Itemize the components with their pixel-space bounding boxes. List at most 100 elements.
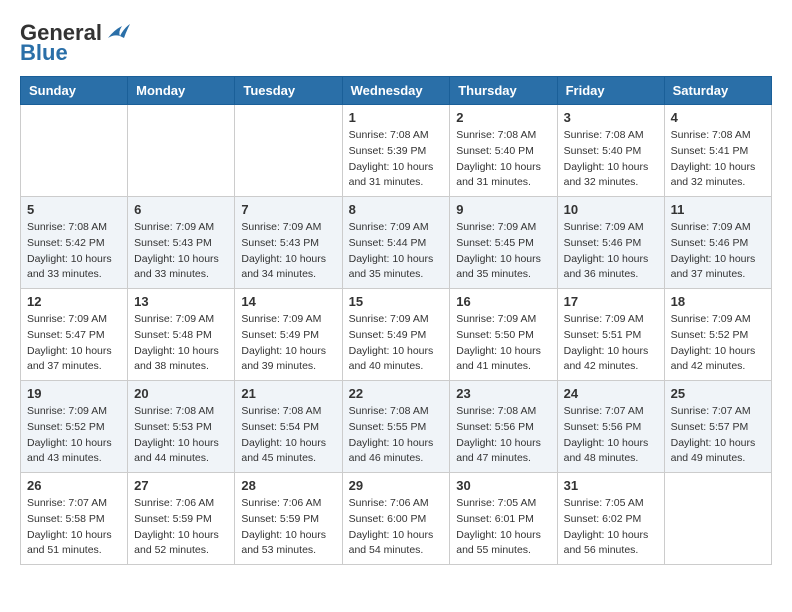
day-info: Sunrise: 7:09 AM Sunset: 5:45 PM Dayligh…	[456, 220, 550, 283]
calendar-week-2: 5 Sunrise: 7:08 AM Sunset: 5:42 PM Daylig…	[21, 197, 772, 289]
day-number: 29	[349, 478, 444, 493]
calendar-cell: 6Sunrise: 7:09 AM Sunset: 5:43 PM Daylig…	[128, 197, 235, 289]
day-number: 10	[564, 202, 658, 217]
calendar-cell	[21, 105, 128, 197]
calendar-cell: 12 Sunrise: 7:09 AM Sunset: 5:47 PM Dayli…	[21, 289, 128, 381]
day-info: Sunrise: 7:08 AM Sunset: 5:40 PM Dayligh…	[564, 128, 658, 191]
day-number: 30	[456, 478, 550, 493]
calendar-cell: 26 Sunrise: 7:07 AM Sunset: 5:58 PM Dayli…	[21, 473, 128, 565]
day-info: Sunrise: 7:09 AM Sunset: 5:51 PM Dayligh…	[564, 312, 658, 375]
day-number: 25	[671, 386, 765, 401]
day-info: Sunrise: 7:08 AM Sunset: 5:41 PM Dayligh…	[671, 128, 765, 191]
day-info: Sunrise: 7:08 AM Sunset: 5:39 PM Dayligh…	[349, 128, 444, 191]
calendar-body: 1Sunrise: 7:08 AM Sunset: 5:39 PM Daylig…	[21, 105, 772, 565]
day-number: 19	[27, 386, 121, 401]
calendar-table: SundayMondayTuesdayWednesdayThursdayFrid…	[20, 76, 772, 565]
day-number: 14	[241, 294, 335, 309]
weekday-header-monday: Monday	[128, 77, 235, 105]
day-number: 5	[27, 202, 121, 217]
day-info: Sunrise: 7:09 AM Sunset: 5:52 PM Dayligh…	[27, 404, 121, 467]
day-number: 20	[134, 386, 228, 401]
calendar-cell: 21 Sunrise: 7:08 AM Sunset: 5:54 PM Dayli…	[235, 381, 342, 473]
calendar-week-3: 12 Sunrise: 7:09 AM Sunset: 5:47 PM Dayli…	[21, 289, 772, 381]
day-number: 9	[456, 202, 550, 217]
day-number: 23	[456, 386, 550, 401]
calendar-cell: 20 Sunrise: 7:08 AM Sunset: 5:53 PM Dayli…	[128, 381, 235, 473]
weekday-header-tuesday: Tuesday	[235, 77, 342, 105]
calendar-cell: 1Sunrise: 7:08 AM Sunset: 5:39 PM Daylig…	[342, 105, 450, 197]
calendar-cell: 8 Sunrise: 7:09 AM Sunset: 5:44 PM Daylig…	[342, 197, 450, 289]
day-number: 22	[349, 386, 444, 401]
logo-blue-text: Blue	[20, 40, 68, 66]
logo: General Blue	[20, 20, 132, 66]
day-info: Sunrise: 7:07 AM Sunset: 5:57 PM Dayligh…	[671, 404, 765, 467]
day-info: Sunrise: 7:05 AM Sunset: 6:01 PM Dayligh…	[456, 496, 550, 559]
page-header: General Blue	[20, 20, 772, 66]
day-info: Sunrise: 7:06 AM Sunset: 6:00 PM Dayligh…	[349, 496, 444, 559]
day-number: 28	[241, 478, 335, 493]
calendar-cell: 23 Sunrise: 7:08 AM Sunset: 5:56 PM Dayli…	[450, 381, 557, 473]
day-info: Sunrise: 7:09 AM Sunset: 5:46 PM Dayligh…	[564, 220, 658, 283]
logo-bird-icon	[104, 22, 132, 44]
calendar-cell	[235, 105, 342, 197]
calendar-cell: 28Sunrise: 7:06 AM Sunset: 5:59 PM Dayli…	[235, 473, 342, 565]
day-info: Sunrise: 7:09 AM Sunset: 5:49 PM Dayligh…	[349, 312, 444, 375]
weekday-header-sunday: Sunday	[21, 77, 128, 105]
calendar-cell: 4 Sunrise: 7:08 AM Sunset: 5:41 PM Daylig…	[664, 105, 771, 197]
weekday-header-wednesday: Wednesday	[342, 77, 450, 105]
day-number: 7	[241, 202, 335, 217]
day-info: Sunrise: 7:09 AM Sunset: 5:43 PM Dayligh…	[241, 220, 335, 283]
calendar-cell: 17Sunrise: 7:09 AM Sunset: 5:51 PM Dayli…	[557, 289, 664, 381]
calendar-week-1: 1Sunrise: 7:08 AM Sunset: 5:39 PM Daylig…	[21, 105, 772, 197]
day-info: Sunrise: 7:05 AM Sunset: 6:02 PM Dayligh…	[564, 496, 658, 559]
calendar-week-5: 26 Sunrise: 7:07 AM Sunset: 5:58 PM Dayli…	[21, 473, 772, 565]
calendar-cell: 18 Sunrise: 7:09 AM Sunset: 5:52 PM Dayli…	[664, 289, 771, 381]
day-info: Sunrise: 7:08 AM Sunset: 5:42 PM Dayligh…	[27, 220, 121, 283]
calendar-cell: 25 Sunrise: 7:07 AM Sunset: 5:57 PM Dayli…	[664, 381, 771, 473]
calendar-cell: 13 Sunrise: 7:09 AM Sunset: 5:48 PM Dayli…	[128, 289, 235, 381]
day-info: Sunrise: 7:09 AM Sunset: 5:44 PM Dayligh…	[349, 220, 444, 283]
day-info: Sunrise: 7:09 AM Sunset: 5:48 PM Dayligh…	[134, 312, 228, 375]
day-info: Sunrise: 7:06 AM Sunset: 5:59 PM Dayligh…	[134, 496, 228, 559]
calendar-cell: 3 Sunrise: 7:08 AM Sunset: 5:40 PM Daylig…	[557, 105, 664, 197]
day-info: Sunrise: 7:08 AM Sunset: 5:53 PM Dayligh…	[134, 404, 228, 467]
calendar-cell: 15 Sunrise: 7:09 AM Sunset: 5:49 PM Dayli…	[342, 289, 450, 381]
calendar-cell: 29 Sunrise: 7:06 AM Sunset: 6:00 PM Dayli…	[342, 473, 450, 565]
calendar-cell: 2 Sunrise: 7:08 AM Sunset: 5:40 PM Daylig…	[450, 105, 557, 197]
day-number: 16	[456, 294, 550, 309]
day-number: 13	[134, 294, 228, 309]
day-number: 6	[134, 202, 228, 217]
day-info: Sunrise: 7:09 AM Sunset: 5:47 PM Dayligh…	[27, 312, 121, 375]
weekday-header-friday: Friday	[557, 77, 664, 105]
day-info: Sunrise: 7:09 AM Sunset: 5:50 PM Dayligh…	[456, 312, 550, 375]
calendar-cell: 16 Sunrise: 7:09 AM Sunset: 5:50 PM Dayli…	[450, 289, 557, 381]
day-number: 27	[134, 478, 228, 493]
day-number: 31	[564, 478, 658, 493]
day-number: 12	[27, 294, 121, 309]
day-info: Sunrise: 7:08 AM Sunset: 5:54 PM Dayligh…	[241, 404, 335, 467]
day-number: 4	[671, 110, 765, 125]
day-number: 3	[564, 110, 658, 125]
day-info: Sunrise: 7:07 AM Sunset: 5:58 PM Dayligh…	[27, 496, 121, 559]
calendar-cell: 19 Sunrise: 7:09 AM Sunset: 5:52 PM Dayli…	[21, 381, 128, 473]
day-info: Sunrise: 7:07 AM Sunset: 5:56 PM Dayligh…	[564, 404, 658, 467]
day-number: 18	[671, 294, 765, 309]
day-info: Sunrise: 7:08 AM Sunset: 5:56 PM Dayligh…	[456, 404, 550, 467]
day-number: 2	[456, 110, 550, 125]
calendar-cell: 14 Sunrise: 7:09 AM Sunset: 5:49 PM Dayli…	[235, 289, 342, 381]
calendar-cell: 27 Sunrise: 7:06 AM Sunset: 5:59 PM Dayli…	[128, 473, 235, 565]
day-number: 21	[241, 386, 335, 401]
day-info: Sunrise: 7:09 AM Sunset: 5:46 PM Dayligh…	[671, 220, 765, 283]
calendar-cell: 22Sunrise: 7:08 AM Sunset: 5:55 PM Dayli…	[342, 381, 450, 473]
calendar-cell: 30 Sunrise: 7:05 AM Sunset: 6:01 PM Dayli…	[450, 473, 557, 565]
day-number: 26	[27, 478, 121, 493]
day-info: Sunrise: 7:09 AM Sunset: 5:49 PM Dayligh…	[241, 312, 335, 375]
calendar-cell: 5 Sunrise: 7:08 AM Sunset: 5:42 PM Daylig…	[21, 197, 128, 289]
day-info: Sunrise: 7:09 AM Sunset: 5:52 PM Dayligh…	[671, 312, 765, 375]
day-number: 8	[349, 202, 444, 217]
weekday-header-row: SundayMondayTuesdayWednesdayThursdayFrid…	[21, 77, 772, 105]
calendar-cell: 9 Sunrise: 7:09 AM Sunset: 5:45 PM Daylig…	[450, 197, 557, 289]
day-number: 15	[349, 294, 444, 309]
day-info: Sunrise: 7:08 AM Sunset: 5:40 PM Dayligh…	[456, 128, 550, 191]
weekday-header-saturday: Saturday	[664, 77, 771, 105]
